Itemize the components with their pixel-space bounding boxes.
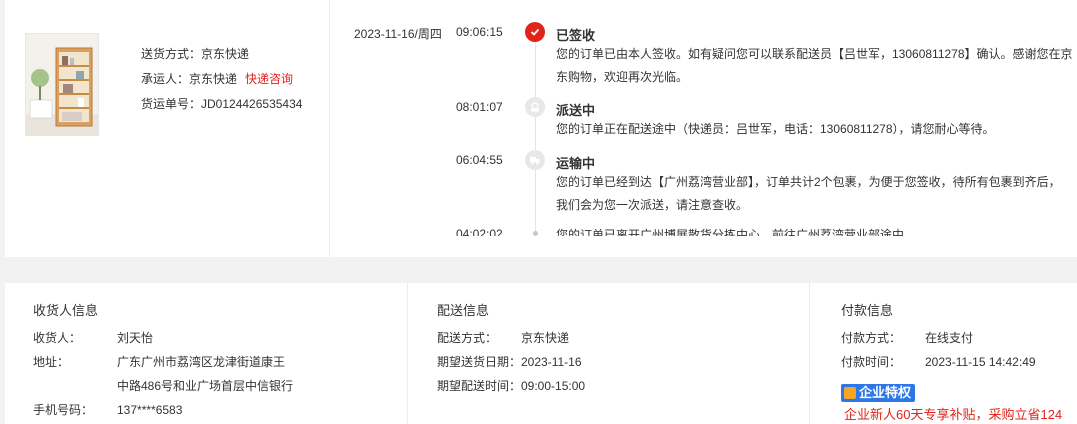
courier-consult-link[interactable]: 快递咨询	[245, 72, 293, 86]
logistics-card: 送货方式：京东快递 承运人：京东快递 快递咨询 货运单号：JD0124426535…	[5, 0, 1077, 257]
delivery-info: 配送信息 配送方式： 京东快递 期望送货日期： 2023-11-16 期望配送时…	[435, 283, 810, 424]
check-icon	[525, 22, 545, 42]
delivery-method-label: 配送方式：	[437, 331, 498, 345]
delivery-time-label: 期望配送时间：	[437, 379, 522, 393]
shopping-bag-icon	[844, 387, 856, 399]
delivery-date: 2023-11-16	[521, 355, 582, 369]
tracking-label: 货运单号：	[141, 97, 202, 111]
receiver-info: 收货人信息 收货人： 刘天怡 地址： 广东广州市荔湾区龙津街道康王 中路486号…	[33, 283, 408, 424]
timeline-time: 09:06:15	[456, 25, 503, 39]
delivery-title: 配送信息	[437, 303, 490, 318]
receiver-phone: 137****6583	[117, 403, 183, 417]
timeline-desc-line: 东购物，欢迎再次光临。	[556, 70, 689, 84]
timeline-desc: 您的订单已离开广州博展散货分拣中心，前往广州荔湾营业部途中	[556, 224, 1076, 236]
enterprise-privilege-badge[interactable]: 企业特权	[841, 384, 916, 402]
payment-info: 付款信息 付款方式： 在线支付 付款时间： 2023-11-15 14:42:4…	[839, 283, 1077, 424]
delivery-method: 京东快递	[521, 331, 570, 345]
shipping-method-value: 京东快递	[201, 47, 250, 61]
timeline-line	[535, 40, 536, 236]
payment-title: 付款信息	[841, 303, 894, 318]
payment-time-label: 付款时间：	[841, 355, 902, 369]
order-info-card: 收货人信息 收货人： 刘天怡 地址： 广东广州市荔湾区龙津街道康王 中路486号…	[5, 283, 1077, 424]
timeline-desc: 您的订单已经到达【广州荔湾营业部】，订单共计2个包裹，为便于您签收，待所有包裹到…	[556, 171, 1076, 217]
dot-icon	[533, 231, 538, 236]
timeline-date: 2023-11-16/周四	[354, 27, 442, 41]
carrier-row: 承运人：京东快递 快递咨询	[141, 70, 302, 95]
payment-method-label: 付款方式：	[841, 331, 902, 345]
timeline-desc-line: 您的订单已离开广州博展散货分拣中心，前往广州荔湾营业部途中	[556, 228, 905, 236]
timeline-desc-line: 您的订单已经到达【广州荔湾营业部】，订单共计2个包裹，为便于您签收，待所有包裹到…	[556, 175, 1061, 189]
receiver-address-line: 广东广州市荔湾区龙津街道康王	[117, 355, 286, 369]
shipping-method-label: 送货方式：	[141, 47, 202, 61]
shipment-info: 送货方式：京东快递 承运人：京东快递 快递咨询 货运单号：JD0124426535…	[141, 45, 302, 120]
carrier-value: 京东快递	[189, 72, 238, 86]
timeline-status: 派送中	[556, 103, 596, 118]
delivery-date-label: 期望送货日期：	[437, 355, 522, 369]
timeline-desc-line: 您的订单正在配送途中（快递员：吕世军，电话：13060811278），请您耐心等…	[556, 122, 995, 136]
shipment-summary: 送货方式：京东快递 承运人：京东快递 快递咨询 货运单号：JD0124426535…	[5, 0, 330, 257]
receiver-phone-label: 手机号码：	[33, 403, 94, 417]
receiver-title: 收货人信息	[33, 303, 99, 318]
timeline-time: 08:01:07	[456, 100, 503, 114]
timeline-status: 已签收	[556, 28, 596, 43]
timeline-desc-line: 您的订单已由本人签收。如有疑问您可以联系配送员【吕世军，13060811278】…	[556, 47, 1073, 61]
timeline-desc: 您的订单正在配送途中（快递员：吕世军，电话：13060811278），请您耐心等…	[556, 118, 1076, 141]
carrier-label: 承运人：	[141, 72, 190, 86]
timeline-status: 运输中	[556, 156, 596, 171]
delivery-icon	[525, 97, 545, 117]
product-thumbnail[interactable]	[25, 33, 99, 136]
timeline-time: 06:04:55	[456, 153, 503, 167]
truck-icon	[525, 150, 545, 170]
badge-label: 企业特权	[859, 385, 912, 400]
tracking-number: JD0124426535434	[201, 97, 303, 111]
tracking-timeline[interactable]: 2023-11-16/周四 09:06:15 已签收 您的订单已由本人签收。如有…	[330, 0, 1077, 236]
payment-time: 2023-11-15 14:42:49	[925, 355, 1036, 369]
timeline-desc: 您的订单已由本人签收。如有疑问您可以联系配送员【吕世军，13060811278】…	[556, 43, 1076, 89]
receiver-name-label: 收货人：	[33, 331, 82, 345]
delivery-time: 09:00-15:00	[521, 379, 586, 393]
shipping-method-row: 送货方式：京东快递	[141, 45, 302, 70]
enterprise-promo-link[interactable]: 企业新人60天专享补贴，采购立省124	[844, 404, 1062, 423]
timeline-desc-line: 我们会为您一次派送，请注意查收。	[556, 198, 749, 212]
receiver-address-line: 中路486号和业广场首层中信银行	[117, 379, 294, 393]
tracking-row: 货运单号：JD0124426535434	[141, 95, 302, 120]
receiver-name: 刘天怡	[117, 331, 154, 345]
timeline-time: 04:02:02	[456, 227, 503, 236]
receiver-address-label: 地址：	[33, 355, 70, 369]
payment-method: 在线支付	[925, 331, 974, 345]
